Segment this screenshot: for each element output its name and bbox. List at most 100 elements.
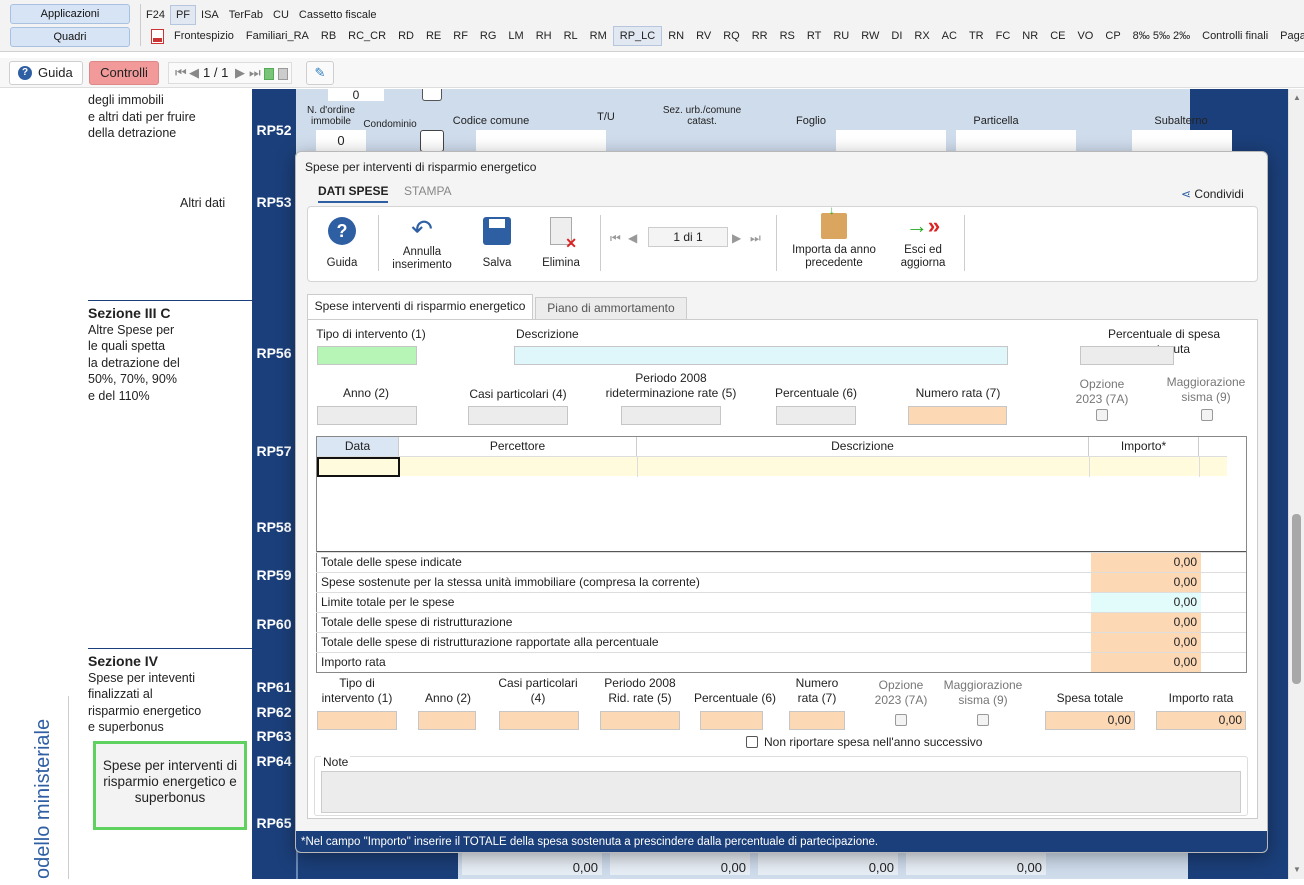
dialog-guida-button[interactable]: ? Guida xyxy=(317,207,367,282)
menu-rr[interactable]: RR xyxy=(746,27,774,45)
bottom-opzione-checkbox[interactable] xyxy=(895,714,907,726)
next-record-icon[interactable]: ▶ xyxy=(235,63,245,83)
menu-terfab[interactable]: TerFab xyxy=(224,6,268,24)
tipo-intervento-field[interactable] xyxy=(317,346,417,365)
top-value[interactable]: 0 xyxy=(328,89,384,101)
menu-rc-cr[interactable]: RC_CR xyxy=(342,27,392,45)
subtab-piano-ammortamento[interactable]: Piano di ammortamento xyxy=(535,297,687,319)
menu-rl[interactable]: RL xyxy=(558,27,584,45)
menu-pagamenti[interactable]: Pagam xyxy=(1274,27,1304,45)
last-icon[interactable]: ⏭ xyxy=(750,227,761,249)
menu-re[interactable]: RE xyxy=(420,27,447,45)
scroll-thumb[interactable] xyxy=(1292,514,1301,684)
annulla-inserimento-button[interactable]: ↶ Annulla inserimento xyxy=(386,207,458,282)
importo-rata-field[interactable]: 0,00 xyxy=(1156,711,1246,730)
prev-record-icon[interactable]: ◀ xyxy=(189,63,199,83)
bottom-percentuale-field[interactable] xyxy=(700,711,763,730)
rp52-foglio-field[interactable] xyxy=(836,130,946,152)
percentuale-field[interactable] xyxy=(776,406,856,425)
prev-icon[interactable]: ◀ xyxy=(628,227,637,249)
menu-rg[interactable]: RG xyxy=(474,27,503,45)
rp52-ordine-field[interactable]: 0 xyxy=(316,130,366,152)
opzione-2023-checkbox[interactable] xyxy=(1096,409,1108,421)
delete-record-icon[interactable] xyxy=(278,68,288,80)
menu-8-5-2-mille[interactable]: 8‰ 5‰ 2‰ xyxy=(1127,27,1196,45)
subtab-spese[interactable]: Spese interventi di risparmio energetico xyxy=(307,294,533,319)
menu-rt[interactable]: RT xyxy=(801,27,827,45)
grid-row[interactable] xyxy=(317,456,1227,477)
menu-rf[interactable]: RF xyxy=(447,27,474,45)
menu-rd[interactable]: RD xyxy=(392,27,420,45)
quadri-button[interactable]: Quadri xyxy=(10,27,130,47)
menu-fc[interactable]: FC xyxy=(990,27,1017,45)
casi-particolari-field[interactable] xyxy=(468,406,568,425)
maggiorazione-sisma-checkbox[interactable] xyxy=(1201,409,1213,421)
brush-icon[interactable]: ✎ xyxy=(306,61,334,85)
menu-rs[interactable]: RS xyxy=(774,27,801,45)
spesa-totale-field[interactable]: 0,00 xyxy=(1045,711,1135,730)
rp52-subalterno-field[interactable] xyxy=(1132,130,1232,152)
bottom-anno-field[interactable] xyxy=(418,711,476,730)
importa-button[interactable]: ↓ Importa da anno precedente xyxy=(786,205,882,282)
rp52-codice-comune-field[interactable] xyxy=(476,130,606,152)
menu-rw[interactable]: RW xyxy=(855,27,885,45)
menu-frontespizio[interactable]: Frontespizio xyxy=(168,27,240,45)
applicazioni-button[interactable]: Applicazioni xyxy=(10,4,130,24)
menu-ce[interactable]: CE xyxy=(1044,27,1071,45)
menu-rb[interactable]: RB xyxy=(315,27,342,45)
menu-tr[interactable]: TR xyxy=(963,27,990,45)
bottom-maggiorazione-checkbox[interactable] xyxy=(977,714,989,726)
menu-vo[interactable]: VO xyxy=(1071,27,1099,45)
non-riportare-checkbox[interactable] xyxy=(746,736,758,748)
menu-nr[interactable]: NR xyxy=(1016,27,1044,45)
menu-rq[interactable]: RQ xyxy=(717,27,746,45)
bottom-periodo-field[interactable] xyxy=(600,711,680,730)
guida-button[interactable]: ? Guida xyxy=(9,61,83,85)
condividi-button[interactable]: ⋖ Condividi xyxy=(1181,187,1244,201)
menu-lm[interactable]: LM xyxy=(502,27,529,45)
rp52-condominio-checkbox[interactable] xyxy=(420,130,444,152)
menu-rn[interactable]: RN xyxy=(662,27,690,45)
tab-dati-spese[interactable]: DATI SPESE xyxy=(318,184,389,203)
numero-rata-field[interactable] xyxy=(908,406,1007,425)
menu-f24[interactable]: F24 xyxy=(141,6,170,24)
rp65-value-7[interactable]: 0,00 xyxy=(610,851,750,875)
menu-cassetto-fiscale[interactable]: Cassetto fiscale xyxy=(294,6,382,24)
top-checkbox[interactable] xyxy=(422,89,442,101)
rp65-value-6[interactable]: 0,00 xyxy=(462,851,602,875)
percentuale-spesa-field[interactable] xyxy=(1080,346,1174,365)
menu-cp[interactable]: CP xyxy=(1099,27,1126,45)
menu-rh[interactable]: RH xyxy=(530,27,558,45)
rp52-particella-field[interactable] xyxy=(956,130,1076,152)
anno-field[interactable] xyxy=(317,406,417,425)
bottom-numero-field[interactable] xyxy=(789,711,845,730)
menu-cu[interactable]: CU xyxy=(268,6,294,24)
vertical-scrollbar[interactable]: ▲ ▼ xyxy=(1288,89,1304,879)
menu-ru[interactable]: RU xyxy=(827,27,855,45)
menu-rm[interactable]: RM xyxy=(584,27,613,45)
scroll-down-icon[interactable]: ▼ xyxy=(1293,865,1301,874)
next-icon[interactable]: ▶ xyxy=(732,227,741,249)
bottom-tipo-field[interactable] xyxy=(317,711,397,730)
menu-ac[interactable]: AC xyxy=(936,27,963,45)
rp65-value-9[interactable]: 0,00 xyxy=(906,851,1046,875)
last-record-icon[interactable]: ⏭ xyxy=(249,63,261,83)
menu-rx[interactable]: RX xyxy=(908,27,935,45)
add-record-icon[interactable] xyxy=(264,68,274,80)
menu-di[interactable]: DI xyxy=(885,27,908,45)
esci-aggiorna-button[interactable]: →» Esci ed aggiorna xyxy=(890,207,956,282)
controlli-button[interactable]: Controlli xyxy=(89,61,159,85)
tab-stampa[interactable]: STAMPA xyxy=(404,184,452,198)
menu-pf[interactable]: PF xyxy=(169,5,197,25)
rp65-value-8[interactable]: 0,00 xyxy=(758,851,898,875)
periodo-2008-field[interactable] xyxy=(621,406,721,425)
elimina-button[interactable]: ✕ Elimina xyxy=(538,207,584,282)
menu-isa[interactable]: ISA xyxy=(196,6,224,24)
bottom-casi-field[interactable] xyxy=(499,711,579,730)
limite-totale-value[interactable]: 0,00 xyxy=(1091,593,1201,612)
menu-rv[interactable]: RV xyxy=(690,27,717,45)
salva-button[interactable]: Salva xyxy=(476,207,518,282)
first-icon[interactable]: ⏮ xyxy=(610,227,621,249)
menu-controlli-finali[interactable]: Controlli finali xyxy=(1196,27,1274,45)
scroll-up-icon[interactable]: ▲ xyxy=(1293,93,1301,102)
